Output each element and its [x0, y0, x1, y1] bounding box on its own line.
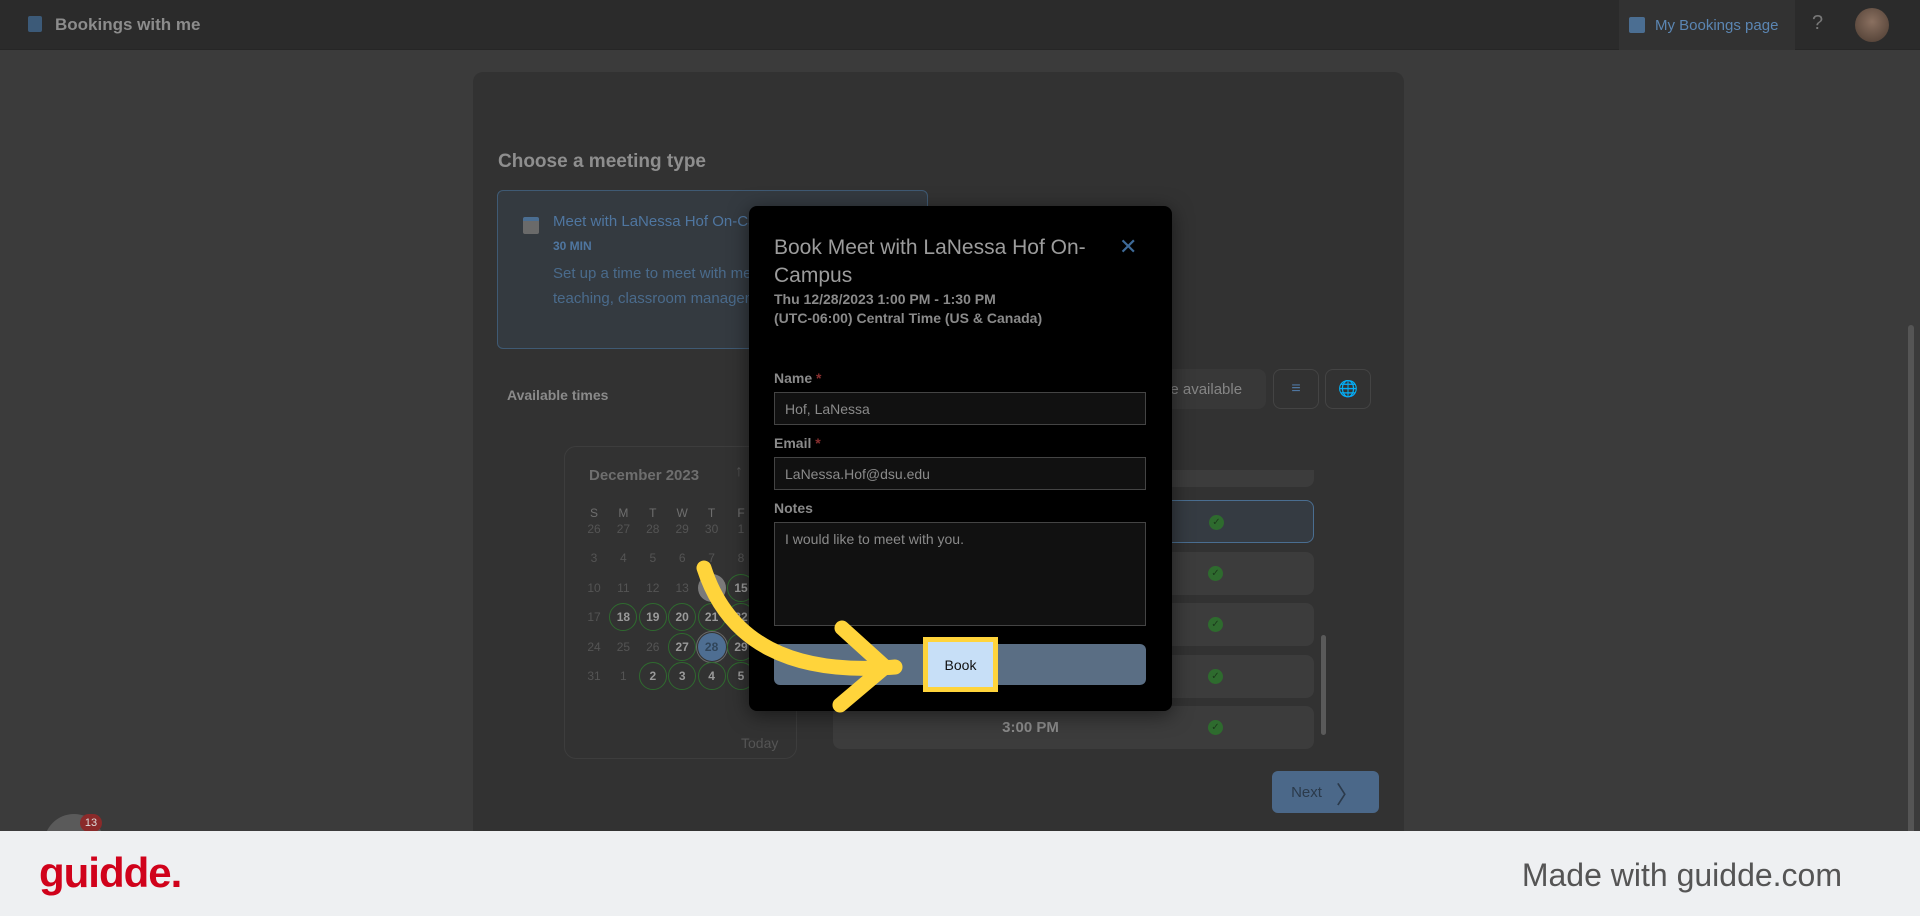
- made-with-text: Made with guidde.com: [1521, 857, 1842, 893]
- calendar-day[interactable]: 30: [698, 515, 726, 543]
- filter-button[interactable]: ≡: [1273, 369, 1319, 409]
- calendar-day[interactable]: 24: [580, 633, 608, 661]
- calendar-day[interactable]: 17: [580, 603, 608, 631]
- timezone-button[interactable]: 🌐: [1325, 369, 1371, 409]
- slot-time: 3:00 PM: [1002, 719, 1059, 736]
- calendar-day[interactable]: 7: [698, 544, 726, 572]
- previous-month-arrow-icon[interactable]: ↑: [735, 463, 743, 481]
- close-icon[interactable]: ✕: [1119, 234, 1137, 260]
- calendar-day[interactable]: 11: [609, 574, 637, 602]
- check-circle-icon: ✓: [1208, 668, 1223, 684]
- next-label: Next: [1291, 783, 1322, 801]
- avatar[interactable]: [1855, 8, 1889, 42]
- calendar-day[interactable]: 13: [668, 574, 696, 602]
- bookings-icon: [28, 16, 42, 32]
- calendar-day[interactable]: 21: [697, 603, 726, 632]
- calendar-day[interactable]: 19: [638, 603, 667, 632]
- calendar-day[interactable]: 31: [580, 662, 608, 690]
- guidde-logo: guidde.: [39, 849, 182, 896]
- calendar-day[interactable]: 26: [580, 515, 608, 543]
- my-bookings-label: My Bookings page: [1655, 16, 1779, 34]
- calendar-day[interactable]: 3: [668, 662, 697, 690]
- chevron-right-icon: 〉: [1335, 781, 1360, 809]
- calendar-day[interactable]: 12: [639, 574, 667, 602]
- app-title: Bookings with me: [55, 15, 201, 34]
- calendar-day[interactable]: 27: [609, 515, 637, 543]
- calendar-day[interactable]: 2: [638, 662, 667, 690]
- filter-icon: ≡: [1291, 380, 1301, 397]
- notes-label: Notes: [774, 500, 813, 516]
- calendar-day[interactable]: 26: [639, 633, 667, 661]
- calendar-day[interactable]: 20: [668, 603, 697, 632]
- calendar-day[interactable]: 4: [697, 662, 726, 690]
- help-button[interactable]: ?: [1812, 12, 1823, 35]
- notification-badge: 13: [80, 814, 102, 832]
- dialog-timezone: (UTC-06:00) Central Time (US & Canada): [774, 310, 1043, 326]
- top-bar: Bookings with me My Bookings page ?: [0, 0, 1920, 50]
- time-slot[interactable]: 3:00 PM ✓: [833, 706, 1314, 749]
- calendar-day[interactable]: 5: [639, 544, 667, 572]
- calendar-day[interactable]: 28: [639, 515, 667, 543]
- calendar-day[interactable]: 10: [580, 574, 608, 602]
- email-label: Email *: [774, 435, 821, 451]
- name-label: Name *: [774, 370, 822, 386]
- next-button[interactable]: Next 〉: [1272, 771, 1379, 813]
- name-field[interactable]: [774, 392, 1146, 425]
- dialog-date: Thu 12/28/2023 1:00 PM - 1:30 PM: [774, 291, 996, 307]
- meeting-duration: 30 MIN: [553, 239, 592, 253]
- month-label: December 2023: [589, 467, 700, 484]
- booking-dialog: Book Meet with LaNessa Hof On-Campus ✕ T…: [749, 206, 1172, 711]
- calendar-day[interactable]: 3: [580, 544, 608, 572]
- guidde-footer: guidde. Made with guidde.com: [0, 831, 1920, 916]
- page-scrollbar[interactable]: [1908, 325, 1914, 835]
- calendar-day[interactable]: 28: [695, 630, 728, 663]
- globe-clock-icon: 🌐: [1338, 381, 1358, 398]
- email-field[interactable]: [774, 457, 1146, 490]
- section-title: Choose a meeting type: [498, 151, 706, 172]
- calendar-icon: [523, 217, 539, 234]
- dialog-title: Book Meet with LaNessa Hof On-Campus: [774, 236, 1086, 287]
- check-circle-icon: ✓: [1208, 565, 1223, 581]
- today-link[interactable]: Today: [741, 735, 778, 751]
- calendar-day[interactable]: 27: [668, 632, 697, 661]
- check-circle-icon: ✓: [1209, 515, 1224, 530]
- calendar-day[interactable]: 6: [668, 544, 696, 572]
- check-circle-icon: ✓: [1208, 617, 1223, 632]
- calendar-day[interactable]: 29: [668, 515, 696, 543]
- slots-scrollbar[interactable]: [1321, 635, 1326, 735]
- calendar-day[interactable]: 14: [697, 573, 726, 602]
- book-button-highlight[interactable]: Book: [923, 637, 998, 692]
- my-bookings-page-button[interactable]: My Bookings page: [1619, 0, 1795, 50]
- available-times-label: Available times: [507, 387, 609, 403]
- check-circle-icon: ✓: [1208, 720, 1223, 735]
- calendar-day[interactable]: 18: [609, 603, 638, 632]
- calendar-day[interactable]: 4: [609, 544, 637, 572]
- calendar-day[interactable]: 25: [609, 633, 637, 661]
- calendar-icon: [1629, 17, 1645, 33]
- calendar-day[interactable]: 1: [609, 662, 637, 690]
- notes-field[interactable]: I would like to meet with you.: [774, 522, 1146, 626]
